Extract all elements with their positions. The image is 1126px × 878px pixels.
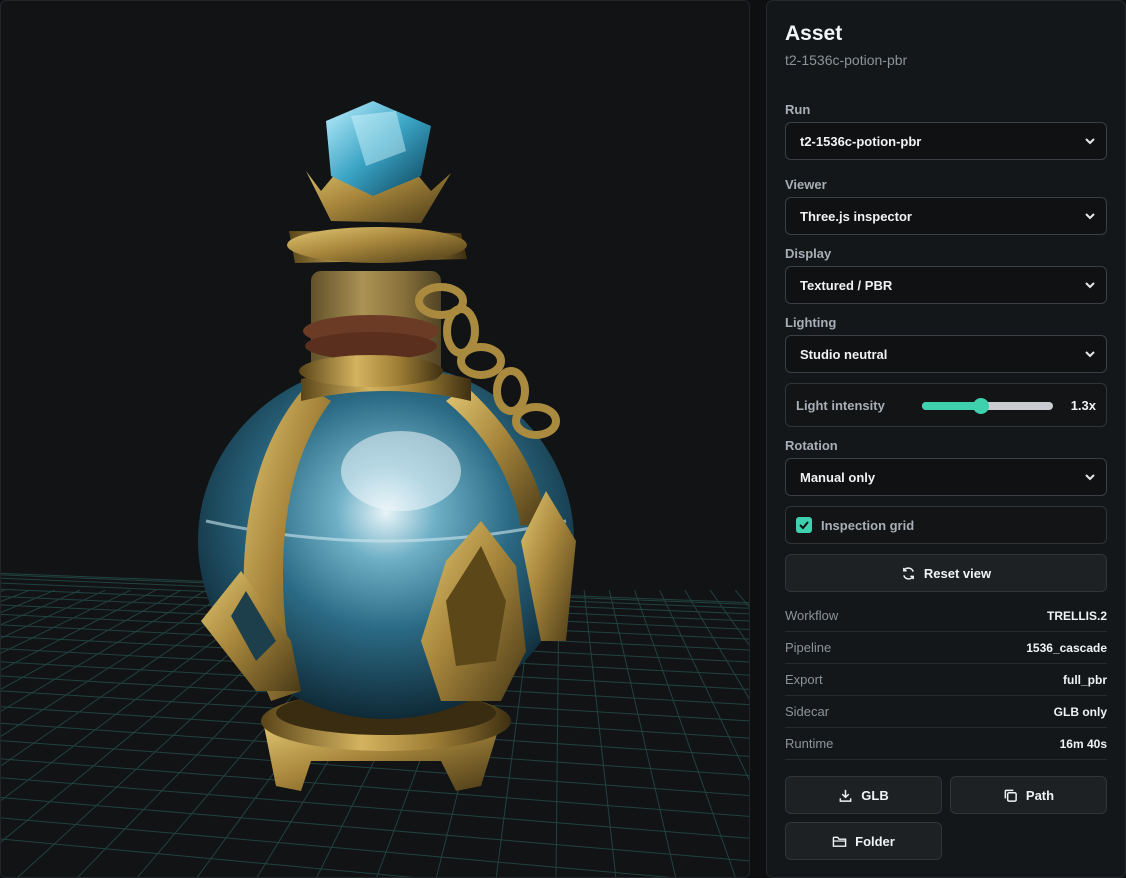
info-value: 1536_cascade bbox=[1026, 640, 1107, 655]
info-value: 16m 40s bbox=[1059, 736, 1107, 751]
viewport-canvas[interactable] bbox=[1, 1, 750, 878]
chevron-down-icon bbox=[1085, 351, 1095, 358]
chevron-down-icon bbox=[1085, 138, 1095, 145]
folder-icon bbox=[832, 836, 847, 847]
download-glb-label: GLB bbox=[861, 787, 889, 803]
check-icon bbox=[799, 521, 809, 530]
reset-view-button[interactable]: Reset view bbox=[785, 554, 1107, 592]
info-key: Runtime bbox=[785, 736, 834, 751]
inspection-grid-checkbox[interactable] bbox=[796, 517, 812, 533]
lighting-select-value: Studio neutral bbox=[800, 346, 888, 362]
light-intensity-control: Light intensity 1.3x bbox=[785, 383, 1107, 427]
info-row-sidecar: Sidecar GLB only bbox=[785, 696, 1107, 728]
lighting-select[interactable]: Studio neutral bbox=[785, 335, 1107, 373]
info-key: Workflow bbox=[785, 608, 839, 623]
run-select[interactable]: t2-1536c-potion-pbr bbox=[785, 122, 1107, 160]
copy-path-button[interactable]: Path bbox=[950, 776, 1107, 814]
potion-model bbox=[198, 101, 576, 791]
asset-panel: Asset t2-1536c-potion-pbr Run t2-1536c-p… bbox=[766, 0, 1126, 878]
viewer-select-value: Three.js inspector bbox=[800, 208, 912, 224]
info-row-pipeline: Pipeline 1536_cascade bbox=[785, 632, 1107, 664]
info-value: TRELLIS.2 bbox=[1046, 608, 1107, 623]
run-label: Run bbox=[785, 102, 811, 117]
run-select-value: t2-1536c-potion-pbr bbox=[800, 133, 922, 149]
viewer-select[interactable]: Three.js inspector bbox=[785, 197, 1107, 235]
copy-path-label: Path bbox=[1025, 787, 1055, 803]
info-key: Export bbox=[785, 672, 823, 687]
download-glb-button[interactable]: GLB bbox=[785, 776, 942, 814]
inspection-grid-label: Inspection grid bbox=[821, 518, 915, 533]
display-select[interactable]: Textured / PBR bbox=[785, 266, 1107, 304]
copy-icon bbox=[1004, 789, 1017, 802]
viewer-label: Viewer bbox=[785, 177, 827, 192]
info-row-workflow: Workflow TRELLIS.2 bbox=[785, 600, 1107, 632]
slider-thumb[interactable] bbox=[972, 398, 989, 414]
display-label: Display bbox=[785, 246, 832, 261]
info-key: Sidecar bbox=[785, 704, 830, 719]
asset-id: t2-1536c-potion-pbr bbox=[785, 52, 908, 68]
light-intensity-slider[interactable] bbox=[922, 398, 1053, 414]
panel-title: Asset bbox=[785, 22, 843, 45]
info-value: full_pbr bbox=[1063, 672, 1107, 687]
light-intensity-label: Light intensity bbox=[796, 398, 885, 413]
open-folder-label: Folder bbox=[855, 833, 895, 849]
reset-view-label: Reset view bbox=[923, 565, 992, 581]
3d-viewport[interactable] bbox=[0, 0, 750, 878]
chevron-down-icon bbox=[1085, 282, 1095, 289]
chevron-down-icon bbox=[1085, 474, 1095, 481]
info-row-runtime: Runtime 16m 40s bbox=[785, 728, 1107, 760]
rotation-select-value: Manual only bbox=[800, 469, 876, 485]
display-select-value: Textured / PBR bbox=[800, 277, 893, 293]
download-icon bbox=[839, 789, 852, 802]
rotation-select[interactable]: Manual only bbox=[785, 458, 1107, 496]
info-value: GLB only bbox=[1053, 704, 1107, 719]
info-key: Pipeline bbox=[785, 640, 832, 655]
inspection-grid-toggle[interactable]: Inspection grid bbox=[785, 506, 1107, 544]
chevron-down-icon bbox=[1085, 213, 1095, 220]
rotation-label: Rotation bbox=[785, 438, 838, 453]
info-row-export: Export full_pbr bbox=[785, 664, 1107, 696]
light-intensity-value: 1.3x bbox=[1070, 398, 1096, 413]
open-folder-button[interactable]: Folder bbox=[785, 822, 942, 860]
lighting-label: Lighting bbox=[785, 315, 837, 330]
refresh-icon bbox=[902, 566, 914, 580]
